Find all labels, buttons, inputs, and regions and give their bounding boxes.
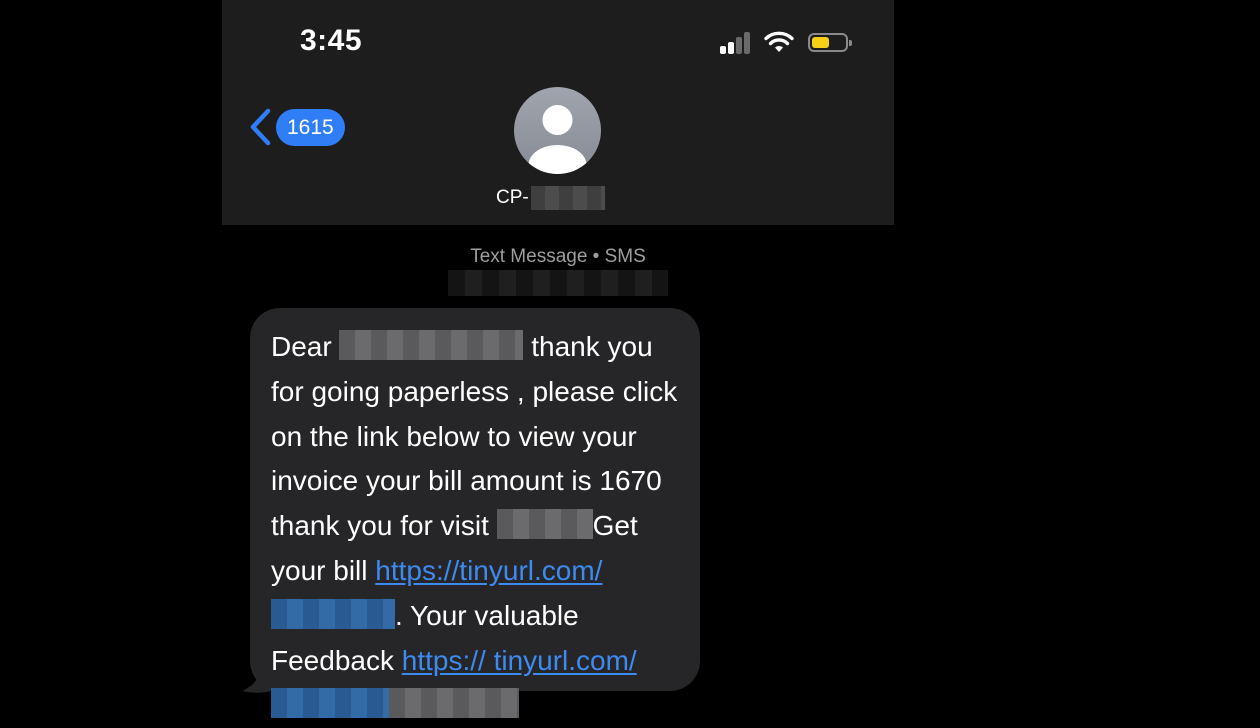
service-label: Text Message • SMS <box>470 246 646 267</box>
redacted-recipient-name <box>339 330 524 360</box>
person-icon <box>528 105 587 174</box>
unread-count-badge: 1615 <box>276 108 345 146</box>
chevron-left-icon <box>250 108 271 146</box>
message-text-greeting: Dear <box>271 331 340 362</box>
redacted-contact-name <box>530 186 605 210</box>
phone-screen: 3:45 1615 CP- Text Message • SMS Dear th… <box>222 0 894 719</box>
wifi-icon <box>764 31 794 52</box>
contact-avatar[interactable] <box>514 87 601 174</box>
status-icons <box>720 30 852 54</box>
redacted-timestamp <box>448 270 668 296</box>
message-bubble[interactable]: Dear thank you for going paperless , ple… <box>250 308 700 719</box>
invoice-link-text: https://tinyurl.com/ <box>375 554 603 586</box>
cellular-signal-icon <box>720 30 750 54</box>
redacted-feedback-link-path <box>271 688 389 719</box>
conversation-header: 3:45 1615 CP- <box>222 0 894 225</box>
feedback-link-text: https:// tinyurl.com/ <box>401 644 637 676</box>
back-button[interactable]: 1615 <box>248 108 345 146</box>
redacted-feedback-link-tail <box>389 688 519 719</box>
battery-icon <box>808 32 852 52</box>
status-time: 3:45 <box>300 24 363 57</box>
redacted-invoice-link-path <box>271 598 395 629</box>
redacted-business-name <box>496 509 593 540</box>
contact-name-prefix: CP- <box>496 187 529 208</box>
message-meta: Text Message • SMS <box>222 246 894 296</box>
contact-name[interactable]: CP- <box>496 186 605 210</box>
